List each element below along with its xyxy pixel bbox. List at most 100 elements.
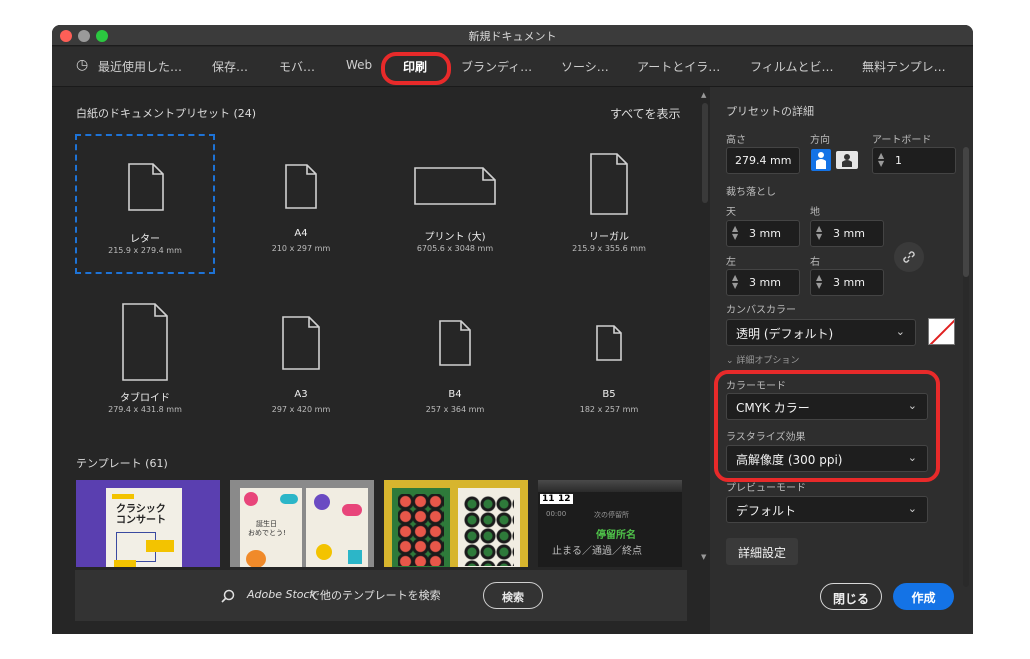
bleed-left-value: 3 mm	[749, 276, 781, 289]
document-icon	[128, 163, 164, 211]
document-landscape-icon	[414, 167, 496, 205]
presets-section-title: 白紙のドキュメントプリセット (24)	[76, 107, 257, 120]
portrait-orientation-button[interactable]	[811, 149, 831, 171]
preset-size: 257 x 364 mm	[425, 405, 485, 414]
bleed-label: 裁ち落とし	[726, 187, 776, 198]
preset-b4[interactable]: B4 257 x 364 mm	[385, 290, 525, 430]
bleed-right-value: 3 mm	[833, 276, 865, 289]
presets-pane: 白紙のドキュメントプリセット (24) すべてを表示 レター 215.9 x 2…	[52, 87, 700, 634]
template-pattern-dots[interactable]	[384, 480, 528, 567]
artboard-label: アートボード	[872, 135, 932, 146]
preset-letter[interactable]: レター 215.9 x 279.4 mm	[75, 134, 215, 274]
template-label: 次の停留所	[594, 511, 629, 519]
stepper-icon[interactable]: ▲ ▼	[732, 274, 738, 290]
document-icon	[282, 316, 320, 370]
preset-name: タブロイド	[120, 393, 170, 404]
tab-social[interactable]: ソーシ…	[561, 58, 609, 75]
stepper-icon[interactable]: ▲ ▼	[816, 225, 822, 241]
portrait-person-icon	[816, 152, 826, 169]
document-icon	[590, 153, 628, 215]
category-tabs: ◷ 最近使用した… 保存… モバ… Web 印刷 ブランディ… ソーシ… アート…	[52, 47, 973, 87]
tab-web[interactable]: Web	[346, 58, 372, 72]
template-time: 00:00	[546, 510, 567, 518]
stepper-icon[interactable]: ▲ ▼	[732, 225, 738, 241]
document-icon	[596, 325, 622, 361]
bleed-top-field[interactable]: ▲ ▼ 3 mm	[726, 220, 800, 247]
preset-size: 6705.6 x 3048 mm	[416, 244, 494, 253]
artboard-value: 1	[895, 154, 902, 167]
chain-link-icon	[903, 251, 915, 263]
canvas-color-swatch[interactable]	[928, 318, 955, 345]
details-scrollbar[interactable]	[963, 147, 969, 587]
preset-size: 182 x 257 mm	[579, 405, 639, 414]
preset-a3[interactable]: A3 297 x 420 mm	[231, 290, 371, 430]
preset-print-large[interactable]: プリント (大) 6705.6 x 3048 mm	[385, 134, 525, 274]
template-birthday[interactable]: 誕生日 おめでとう!	[230, 480, 374, 567]
tab-branding[interactable]: ブランディ…	[461, 58, 532, 75]
link-bleed-button[interactable]	[894, 242, 924, 272]
preset-name: A3	[294, 389, 308, 400]
preset-size: 215.9 x 355.6 mm	[572, 244, 646, 253]
tab-art-illustration[interactable]: アートとイラ…	[637, 58, 720, 75]
presets-scrollbar[interactable]: ▲ ▼	[700, 87, 710, 567]
landscape-orientation-button[interactable]	[836, 151, 858, 169]
chevron-down-icon: ⌄	[895, 325, 905, 338]
preview-mode-dropdown[interactable]: デフォルト ⌄	[726, 496, 928, 523]
scrollbar-thumb[interactable]	[702, 103, 708, 203]
search-button[interactable]: 検索	[483, 582, 543, 609]
chevron-down-icon: ⌄	[907, 502, 917, 515]
scroll-down-icon[interactable]: ▼	[701, 553, 706, 561]
preset-name: レター	[130, 234, 160, 245]
close-button[interactable]: 閉じる	[820, 583, 882, 610]
tab-mobile[interactable]: モバ…	[279, 58, 315, 75]
more-settings-button[interactable]: 詳細設定	[726, 538, 798, 565]
stepper-icon[interactable]: ▲ ▼	[816, 274, 822, 290]
preset-a4[interactable]: A4 210 x 297 mm	[231, 134, 371, 274]
preset-b5[interactable]: B5 182 x 257 mm	[539, 290, 679, 430]
template-title: クラシック	[116, 504, 166, 515]
preset-tabloid[interactable]: タブロイド 279.4 x 431.8 mm	[75, 290, 215, 430]
template-subtitle: おめでとう!	[248, 529, 286, 537]
create-button[interactable]: 作成	[893, 583, 954, 610]
preset-name: リーガル	[589, 232, 629, 243]
title-bar: 新規ドキュメント	[52, 25, 973, 46]
bleed-bottom-label: 地	[810, 207, 820, 218]
bleed-bottom-value: 3 mm	[833, 227, 865, 240]
bleed-left-label: 左	[726, 257, 736, 268]
preset-size: 297 x 420 mm	[271, 405, 331, 414]
search-prompt[interactable]: で他のテンプレートを検索	[309, 587, 441, 603]
canvas-color-dropdown[interactable]: 透明 (デフォルト) ⌄	[726, 319, 916, 346]
details-scrollbar-thumb[interactable]	[963, 147, 969, 277]
show-all-link[interactable]: すべてを表示	[610, 105, 680, 122]
document-icon	[439, 320, 471, 366]
tab-film-video[interactable]: フィルムとビ…	[750, 58, 834, 75]
tab-free-templates[interactable]: 無料テンプレ…	[862, 58, 946, 75]
preset-size: 279.4 x 431.8 mm	[108, 405, 182, 414]
template-title: 誕生日	[256, 520, 277, 528]
landscape-person-icon	[842, 154, 852, 167]
preset-name: B4	[448, 389, 462, 400]
advanced-options-toggle[interactable]: ⌄ 詳細オプション	[726, 353, 799, 366]
bleed-bottom-field[interactable]: ▲ ▼ 3 mm	[810, 220, 884, 247]
bleed-left-field[interactable]: ▲ ▼ 3 mm	[726, 269, 800, 296]
artboard-field[interactable]: ▲ ▼ 1	[872, 147, 956, 174]
tab-recent[interactable]: 最近使用した…	[98, 58, 182, 75]
search-icon	[221, 589, 235, 603]
template-subtitle: コンサート	[116, 515, 166, 526]
bleed-right-field[interactable]: ▲ ▼ 3 mm	[810, 269, 884, 296]
template-bottom-text: 止まる／通過／終点	[552, 546, 642, 557]
template-classic-concert[interactable]: クラシック コンサート	[76, 480, 220, 567]
preset-name: A4	[294, 228, 308, 239]
bleed-right-label: 右	[810, 257, 820, 268]
window-title: 新規ドキュメント	[468, 30, 557, 43]
stepper-icon[interactable]: ▲ ▼	[878, 152, 884, 168]
height-label: 高さ	[726, 135, 746, 146]
template-bus-stop[interactable]: 11 12 00:00 次の停留所 停留所名 止まる／通過／終点	[538, 480, 682, 567]
orientation-label: 方向	[810, 135, 830, 146]
templates-section-title: テンプレート (61)	[76, 457, 168, 470]
preset-legal[interactable]: リーガル 215.9 x 355.6 mm	[539, 134, 679, 274]
tab-saved[interactable]: 保存…	[212, 58, 248, 75]
stock-search-bar: Adobe Stock で他のテンプレートを検索 検索	[75, 570, 687, 621]
height-field[interactable]: 279.4 mm	[726, 147, 800, 174]
scroll-up-icon[interactable]: ▲	[701, 91, 706, 99]
